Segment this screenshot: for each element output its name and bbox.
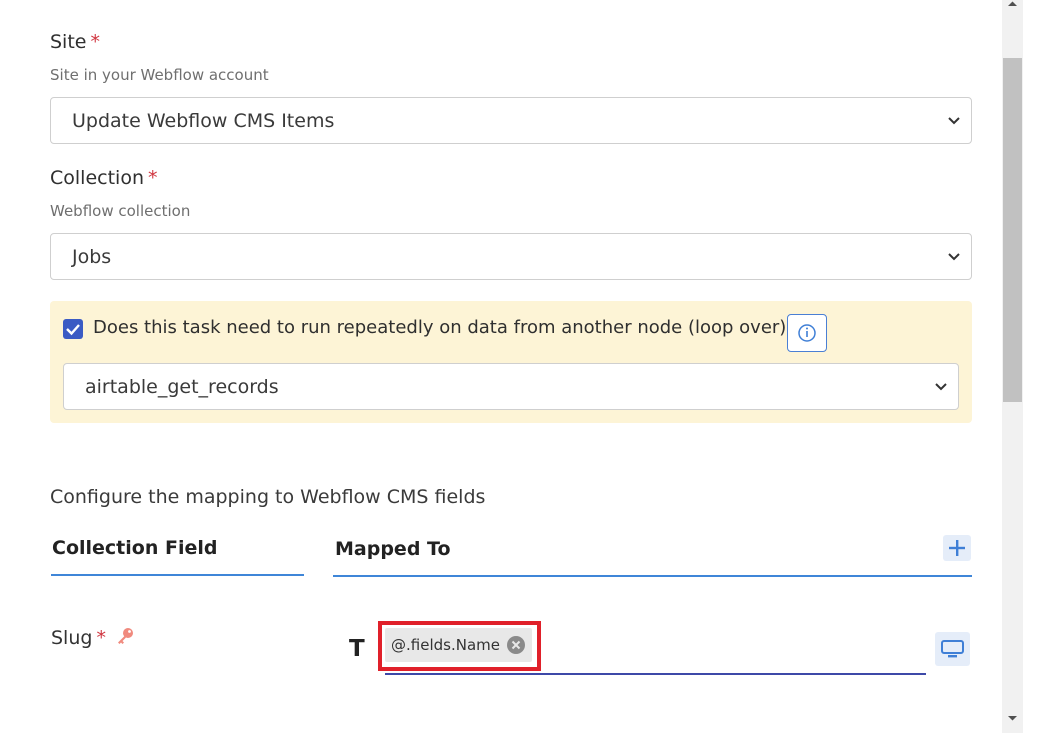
webflow-update-panel: Site * Site in your Webflow account Updat… bbox=[0, 0, 1002, 733]
screen-icon bbox=[941, 640, 964, 658]
check-icon bbox=[66, 324, 80, 336]
required-mark: * bbox=[147, 167, 158, 189]
chip-text: @.fields.Name bbox=[391, 636, 500, 654]
loop-over-checkbox[interactable] bbox=[63, 319, 83, 339]
scroll-down-arrow-icon[interactable] bbox=[1007, 714, 1018, 722]
info-icon bbox=[798, 324, 816, 342]
site-label-text: Site bbox=[50, 31, 87, 53]
collection-label: Collection * bbox=[50, 167, 157, 189]
site-hint: Site in your Webflow account bbox=[50, 66, 269, 84]
loop-over-panel: Does this task need to run repeatedly on… bbox=[50, 301, 972, 423]
text-type-icon[interactable]: T bbox=[349, 636, 365, 662]
required-mark: * bbox=[96, 627, 106, 649]
collection-field-underline bbox=[51, 574, 304, 576]
chevron-down-icon bbox=[948, 117, 960, 125]
add-mapping-button[interactable] bbox=[943, 535, 971, 561]
expression-editor-button[interactable] bbox=[935, 632, 970, 666]
chevron-down-icon bbox=[935, 383, 947, 391]
mapping-title: Configure the mapping to Webflow CMS fie… bbox=[50, 486, 486, 508]
site-select[interactable]: Update Webflow CMS Items bbox=[50, 97, 972, 144]
scroll-up-arrow-icon[interactable] bbox=[1007, 0, 1018, 8]
collection-field-header: Collection Field bbox=[52, 537, 218, 559]
collection-hint: Webflow collection bbox=[50, 202, 191, 220]
mapping-input-underline[interactable] bbox=[385, 673, 926, 675]
mapped-to-underline bbox=[333, 575, 972, 577]
required-mark: * bbox=[90, 31, 100, 53]
collection-label-text: Collection bbox=[50, 167, 144, 189]
scrollbar-thumb[interactable] bbox=[1003, 58, 1022, 402]
slug-label-text: Slug bbox=[51, 627, 93, 649]
collection-select-value: Jobs bbox=[72, 245, 112, 268]
site-label: Site * bbox=[50, 31, 100, 53]
key-icon bbox=[118, 628, 133, 644]
slug-field-label: Slug * bbox=[51, 626, 135, 649]
close-circle-icon[interactable] bbox=[506, 635, 526, 655]
loop-over-question: Does this task need to run repeatedly on… bbox=[93, 317, 796, 338]
plus-icon bbox=[949, 540, 965, 556]
collection-select[interactable]: Jobs bbox=[50, 233, 972, 280]
loop-source-select[interactable]: airtable_get_records bbox=[63, 363, 959, 410]
chevron-down-icon bbox=[948, 253, 960, 261]
mapped-to-header: Mapped To bbox=[335, 538, 451, 560]
loop-source-value: airtable_get_records bbox=[85, 375, 279, 398]
info-button[interactable] bbox=[787, 314, 827, 352]
site-select-value: Update Webflow CMS Items bbox=[72, 109, 335, 132]
